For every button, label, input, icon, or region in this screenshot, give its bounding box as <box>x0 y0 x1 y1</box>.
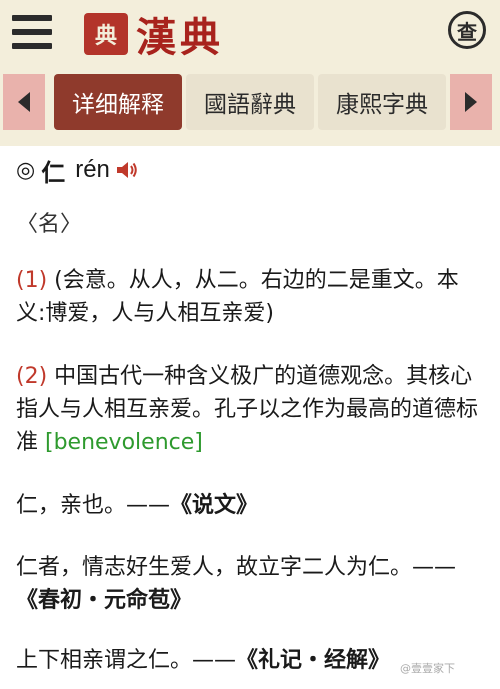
quote-source: 《春初・元命苞》 <box>16 588 193 613</box>
english-translation: [benevolence] <box>45 430 203 455</box>
site-logo[interactable]: 典 漢典 <box>84 9 224 61</box>
definition-number: (1) <box>16 268 48 293</box>
definition-item: (1) (会意。从人，从二。右边的二是重文。本义:博爱，人与人相互亲爱) <box>16 264 486 330</box>
menu-icon[interactable] <box>12 15 52 49</box>
tab-guoyu-dictionary[interactable]: 國語辭典 <box>186 74 314 130</box>
part-of-speech: 〈名〉 <box>16 212 83 237</box>
entry-bullet: ◎ <box>16 157 36 183</box>
entry-heading: ◎ 仁 rén <box>16 150 138 190</box>
logo-text: 漢典 <box>136 14 224 61</box>
definition-number: (2) <box>16 364 48 389</box>
watermark: @壹壹家下 <box>400 662 455 675</box>
search-icon[interactable]: 查 <box>448 11 486 49</box>
definition-item: (2) 中国古代一种含义极广的道德观念。其核心指人与人相互亲爱。孔子以之作为最高… <box>16 360 486 459</box>
chevron-left-icon[interactable] <box>3 74 45 130</box>
logo-seal: 典 <box>84 13 128 55</box>
quote-source: 《说文》 <box>170 493 259 518</box>
quote-source: 《礼记・经解》 <box>236 648 391 673</box>
speaker-icon[interactable] <box>116 160 138 180</box>
tab-kangxi-dictionary[interactable]: 康熙字典 <box>318 74 446 130</box>
entry-pinyin: rén <box>75 156 110 183</box>
quote-text: 仁者，情志好生爱人，故立字二人为仁。—— <box>16 555 457 580</box>
definition-text: (会意。从人，从二。右边的二是重文。本义:博爱，人与人相互亲爱) <box>16 268 459 326</box>
entry-character: 仁 <box>41 158 66 187</box>
quote-text: 上下相亲谓之仁。—— <box>16 648 237 673</box>
tab-bar: 详细解释 國語辭典 康熙字典 <box>0 66 500 146</box>
tab-detailed-explanation[interactable]: 详细解释 <box>54 74 182 130</box>
app-header: 典 漢典 查 <box>0 0 500 66</box>
quote-text: 仁，亲也。—— <box>16 493 171 518</box>
chevron-right-icon[interactable] <box>450 74 492 130</box>
quote-item: 仁者，情志好生爱人，故立字二人为仁。—— 《春初・元命苞》 <box>16 551 486 617</box>
quote-item: 仁，亲也。——《说文》 <box>16 489 486 522</box>
definition-content: ◎ 仁 rén 〈名〉 (1) (会意。从人，从二。右边的二是重文。本义:博爱，… <box>0 146 500 689</box>
